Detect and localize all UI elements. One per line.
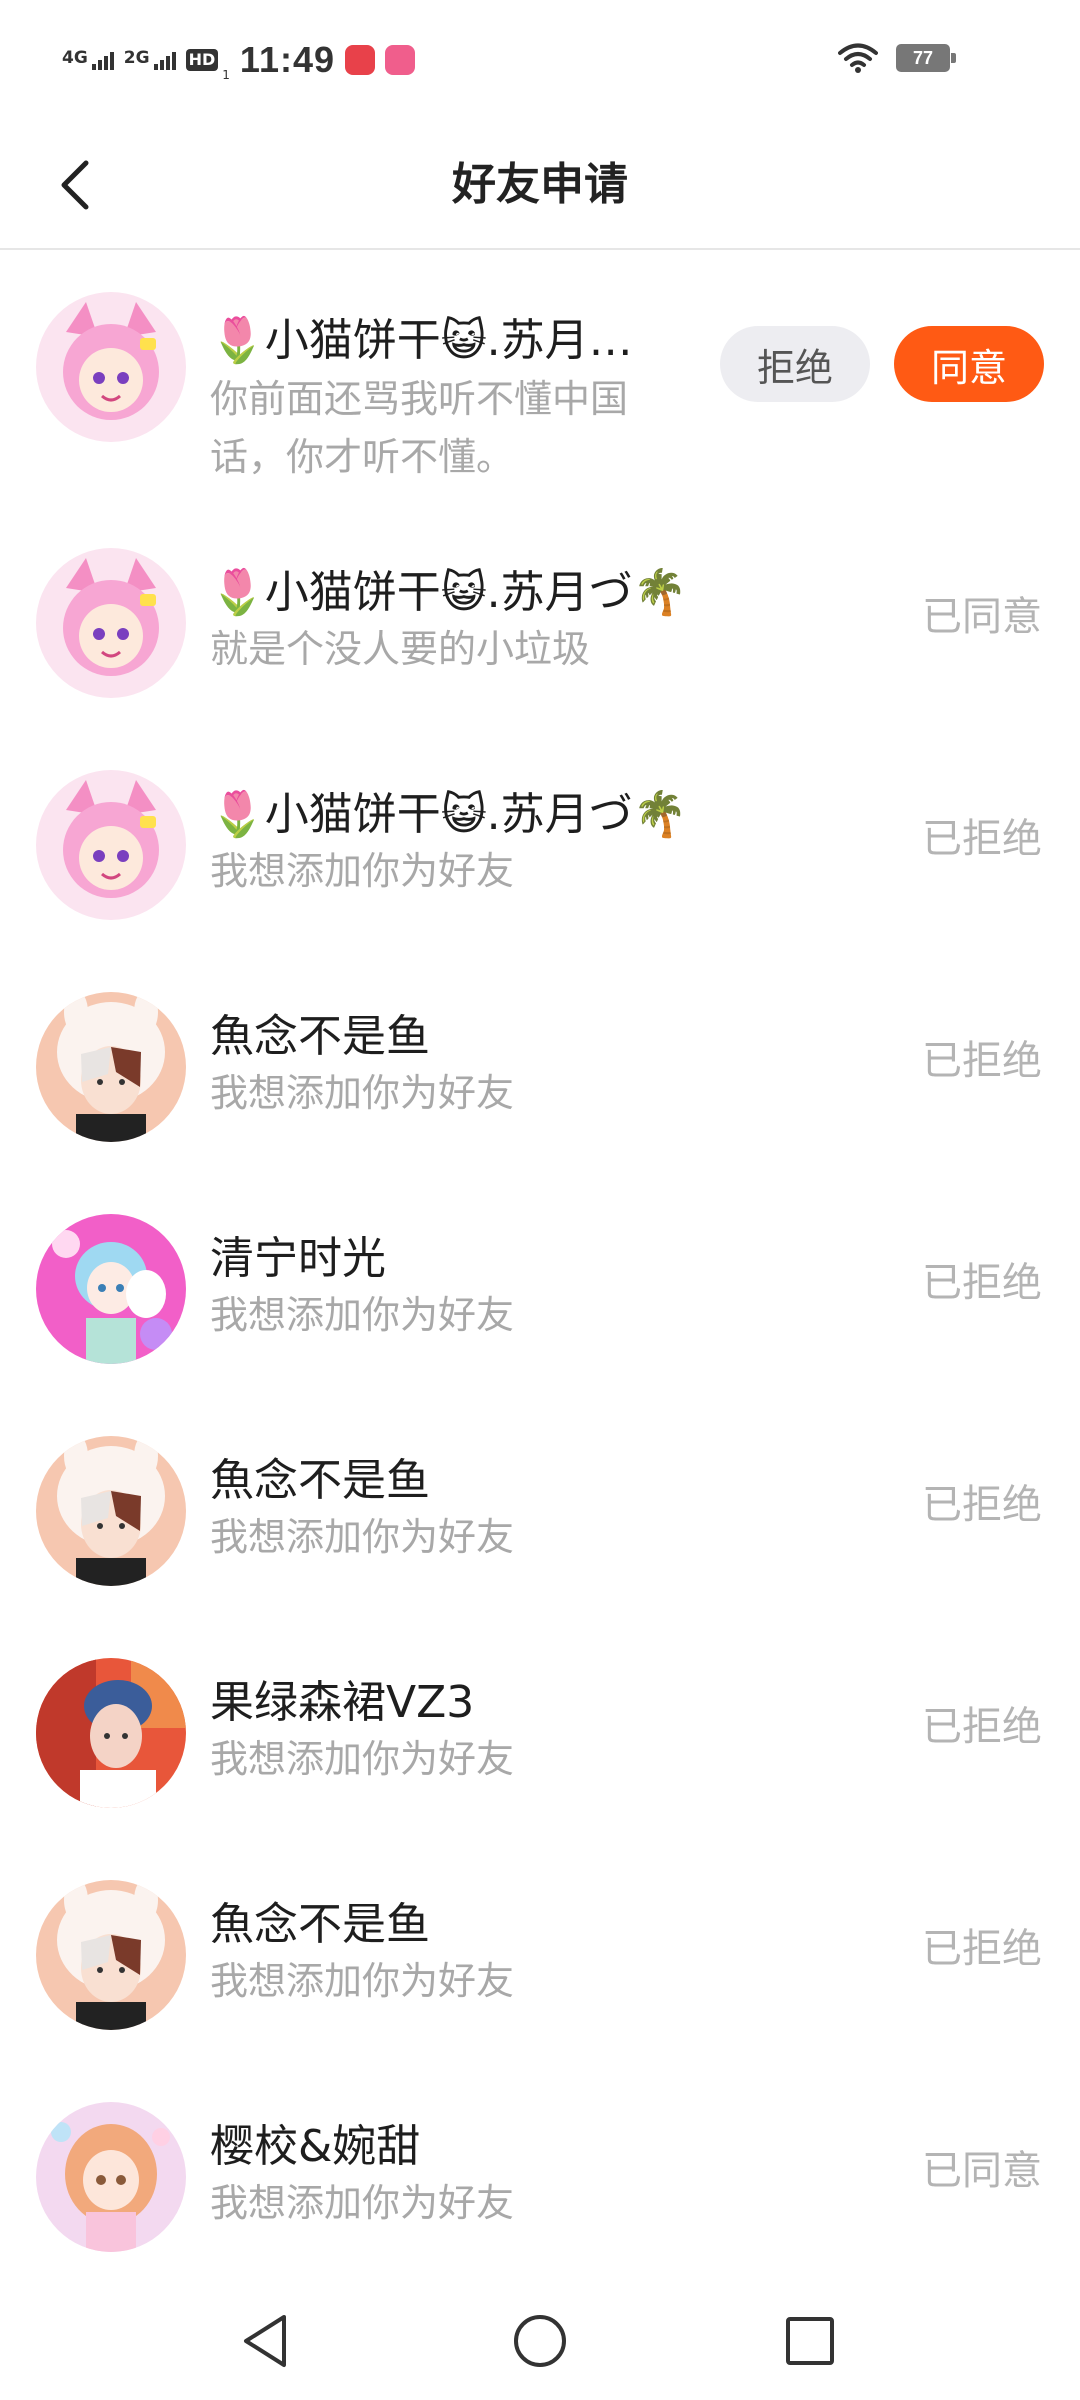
avatar[interactable] xyxy=(36,770,186,920)
friend-request-row[interactable]: 🌷小猫饼干😺.苏月づ🌴 就是个没人要的小垃圾 已同意 xyxy=(0,512,1080,734)
avatar[interactable] xyxy=(36,548,186,698)
network-type-2: 2G xyxy=(123,48,150,68)
avatar[interactable] xyxy=(36,1880,186,2030)
request-message: 我想添加你为好友 xyxy=(210,849,515,893)
request-status: 已拒绝 xyxy=(922,1482,1042,1528)
friend-request-row[interactable]: 魚念不是鱼 我想添加你为好友 已拒绝 xyxy=(0,1844,1080,2066)
triangle-back-icon xyxy=(244,2315,286,2367)
square-recents-icon xyxy=(786,2317,834,2365)
wifi-icon xyxy=(838,43,878,73)
friend-request-row[interactable]: 🌷小猫饼干😺.苏月づ🌴 我想添加你为好友 已拒绝 xyxy=(0,734,1080,956)
request-message: 我想添加你为好友 xyxy=(210,1071,515,1115)
requester-name: 魚念不是鱼 xyxy=(210,1899,430,1950)
page-title: 好友申请 xyxy=(452,159,628,210)
request-status: 已拒绝 xyxy=(922,816,1042,862)
request-status: 已拒绝 xyxy=(922,1038,1042,1084)
signal-2g-icon: 2G xyxy=(124,50,176,70)
friend-request-list: 🌷小猫饼干😺.苏月… 你前面还骂我听不懂中国话，你才听不懂。 拒绝 同意 🌷小猫… xyxy=(0,252,1080,2288)
hd-sub-label: 1 xyxy=(222,68,230,82)
avatar[interactable] xyxy=(36,1436,186,1586)
nav-home-button[interactable] xyxy=(505,2306,575,2376)
clock: 11:49 xyxy=(239,39,335,80)
accept-button[interactable]: 同意 xyxy=(894,326,1044,402)
requester-name: 🌷小猫饼干😺.苏月づ🌴 xyxy=(210,789,688,840)
requester-name: 🌷小猫饼干😺.苏月づ🌴 xyxy=(210,567,688,618)
friend-request-row[interactable]: 果绿森裙VZ3 我想添加你为好友 已拒绝 xyxy=(0,1622,1080,1844)
app-notification-icon xyxy=(385,45,415,75)
request-status: 已同意 xyxy=(922,594,1042,640)
request-status: 已拒绝 xyxy=(922,1260,1042,1306)
requester-name: 樱校&婉甜 xyxy=(210,2121,421,2172)
requester-name: 魚念不是鱼 xyxy=(210,1455,430,1506)
signal-4g-icon: 4G xyxy=(62,50,114,70)
system-nav-bar xyxy=(0,2280,1080,2400)
hd-icon: HD xyxy=(185,49,219,71)
network-type-1: 4G xyxy=(62,48,88,68)
request-status: 已拒绝 xyxy=(922,1704,1042,1750)
request-message: 我想添加你为好友 xyxy=(210,1293,515,1337)
requester-name: 清宁时光 xyxy=(210,1233,386,1284)
avatar[interactable] xyxy=(36,992,186,1142)
avatar[interactable] xyxy=(36,292,186,442)
request-message: 就是个没人要的小垃圾 xyxy=(210,627,591,671)
friend-request-row[interactable]: 魚念不是鱼 我想添加你为好友 已拒绝 xyxy=(0,956,1080,1178)
request-status: 已同意 xyxy=(922,2148,1042,2194)
request-message: 我想添加你为好友 xyxy=(210,1515,515,1559)
status-bar: 4G 2G HD 1 11:49 77 xyxy=(0,0,1080,120)
friend-request-row[interactable]: 魚念不是鱼 我想添加你为好友 已拒绝 xyxy=(0,1400,1080,1622)
request-message: 我想添加你为好友 xyxy=(210,2181,515,2225)
avatar[interactable] xyxy=(36,1214,186,1364)
header: 好友申请 xyxy=(0,120,1080,250)
friend-request-row[interactable]: 清宁时光 我想添加你为好友 已拒绝 xyxy=(0,1178,1080,1400)
avatar[interactable] xyxy=(36,2102,186,2252)
request-message: 你前面还骂我听不懂中国话，你才听不懂。 xyxy=(210,377,629,479)
requester-name: 魚念不是鱼 xyxy=(210,1011,430,1062)
battery-icon: 77 xyxy=(896,44,956,72)
request-message: 我想添加你为好友 xyxy=(210,1959,515,2003)
avatar[interactable] xyxy=(36,1658,186,1808)
battery-level: 77 xyxy=(912,47,934,68)
request-status: 已拒绝 xyxy=(922,1926,1042,1972)
requester-name: 🌷小猫饼干😺.苏月… xyxy=(210,315,633,366)
requester-name: 果绿森裙VZ3 xyxy=(210,1677,475,1728)
friend-request-row[interactable]: 🌷小猫饼干😺.苏月… 你前面还骂我听不懂中国话，你才听不懂。 拒绝 同意 xyxy=(0,252,1080,512)
nav-recents-button[interactable] xyxy=(775,2306,845,2376)
friend-request-row[interactable]: 樱校&婉甜 我想添加你为好友 已同意 xyxy=(0,2066,1080,2288)
request-message: 我想添加你为好友 xyxy=(210,1737,515,1781)
reject-button[interactable]: 拒绝 xyxy=(720,326,870,402)
nav-back-button[interactable] xyxy=(230,2306,300,2376)
circle-home-icon xyxy=(514,2315,566,2367)
app-notification-icon xyxy=(345,45,375,75)
